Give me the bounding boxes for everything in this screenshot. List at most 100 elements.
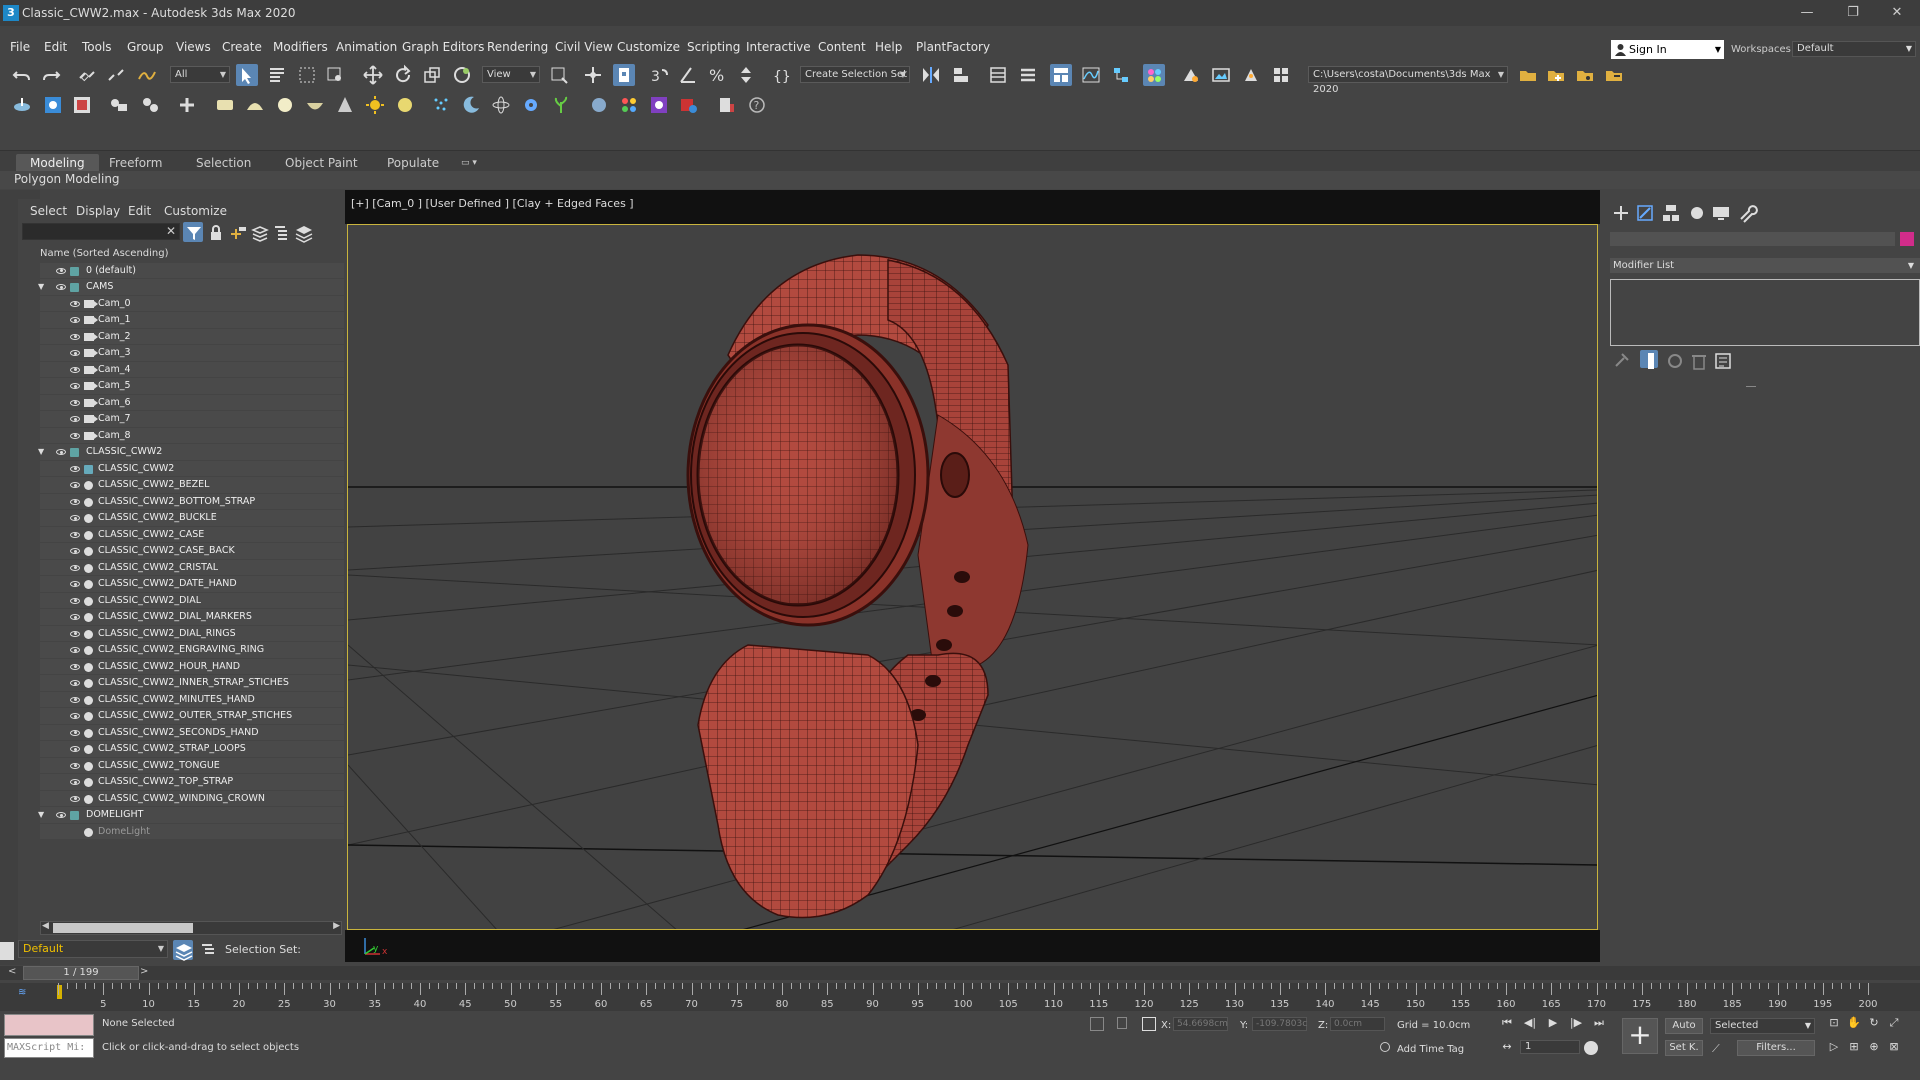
tab-selection[interactable]: Selection [196, 154, 251, 172]
plugin-icon-6[interactable] [176, 94, 198, 116]
expand-toggle-icon[interactable]: ▼ [38, 444, 44, 461]
next-frame-button[interactable]: > [140, 966, 152, 980]
visibility-eye-icon[interactable] [70, 746, 80, 752]
scene-tree-row[interactable]: CLASSIC_CWW2_ENGRAVING_RING [40, 642, 344, 659]
material-editor-icon[interactable] [1143, 64, 1165, 86]
scroll-left-icon[interactable]: ◀ [42, 921, 49, 931]
scene-tree-row[interactable]: ▼ DOMELIGHT [38, 807, 344, 824]
visibility-eye-icon[interactable] [70, 779, 80, 785]
utilities-tab-icon[interactable] [1736, 202, 1758, 223]
layers-icon[interactable] [249, 222, 269, 242]
visibility-eye-icon[interactable] [70, 647, 80, 653]
scene-tree-row[interactable]: CLASSIC_CWW2_TONGUE [40, 757, 344, 774]
scene-search-input[interactable] [22, 223, 180, 240]
visibility-eye-icon[interactable] [70, 729, 80, 736]
visibility-eye-icon[interactable] [70, 597, 80, 604]
menu-scripting[interactable]: Scripting [687, 40, 740, 54]
mirror-icon[interactable] [920, 64, 942, 86]
prev-key-icon[interactable]: ◀| [1523, 1016, 1537, 1030]
sun-icon[interactable] [364, 94, 386, 116]
atom-icon[interactable] [490, 94, 512, 116]
zoom-all-icon[interactable]: ⊞ [1847, 1040, 1861, 1054]
menu-content[interactable]: Content [818, 40, 866, 54]
workspace-dropdown[interactable]: Default ▼ [1792, 41, 1916, 57]
visibility-eye-icon[interactable] [70, 350, 80, 356]
next-key-icon[interactable]: |▶ [1569, 1016, 1583, 1030]
visibility-eye-icon[interactable] [56, 267, 66, 274]
hierarchy-tab-icon[interactable] [1660, 202, 1680, 222]
project-open-icon[interactable] [1517, 64, 1539, 86]
layer-explorer-toggle-icon[interactable] [173, 940, 193, 961]
light-sphere-icon[interactable] [394, 94, 416, 116]
percent-snap-icon[interactable]: % [706, 64, 728, 86]
layer-stack-icon[interactable] [293, 222, 313, 243]
scrollbar-thumb[interactable] [53, 923, 193, 933]
schematic-view-icon[interactable] [1110, 64, 1132, 86]
toggle-scene-explorer-icon[interactable] [987, 64, 1009, 86]
modifier-stack[interactable] [1610, 279, 1920, 346]
maxscript-mini-listener[interactable]: MAXScript Mi: [4, 1038, 94, 1058]
align-icon[interactable] [950, 64, 972, 86]
menu-animation[interactable]: Animation [336, 40, 397, 54]
menu-views[interactable]: Views [176, 40, 211, 54]
display-tab-icon[interactable] [1710, 202, 1730, 222]
selection-filter-dropdown[interactable]: All ▼ [170, 66, 230, 83]
scroll-right-icon[interactable]: ▶ [333, 921, 340, 931]
restore-button[interactable]: ❐ [1830, 0, 1876, 26]
time-config-icon[interactable] [1584, 1041, 1598, 1055]
menu-rendering[interactable]: Rendering [487, 40, 548, 54]
key-filter-icon[interactable]: ⟋ [1712, 1042, 1728, 1055]
scene-tree-row[interactable]: CLASSIC_CWW2_CRISTAL [40, 559, 344, 576]
modifier-list-dropdown[interactable]: Modifier List ▼ [1610, 258, 1920, 273]
project-set-icon[interactable] [1574, 64, 1596, 86]
visibility-eye-icon[interactable] [70, 762, 80, 769]
tab-object-paint[interactable]: Object Paint [285, 154, 358, 172]
name-column-header[interactable]: Name (Sorted Ascending) [40, 246, 344, 263]
scene-tree-row[interactable]: CLASSIC_CWW2_SECONDS_HAND [40, 724, 344, 741]
visibility-eye-icon[interactable] [70, 399, 80, 406]
visibility-eye-icon[interactable] [70, 333, 80, 340]
visibility-eye-icon[interactable] [70, 795, 80, 802]
visibility-eye-icon[interactable] [70, 482, 80, 488]
menu-edit[interactable]: Edit [44, 40, 67, 54]
ribbon-options-icon[interactable]: ▭ ▾ [461, 154, 477, 172]
isolate-selection-icon[interactable] [1090, 1017, 1104, 1031]
absolute-mode-icon[interactable] [1142, 1017, 1156, 1031]
menu-graph-editors[interactable]: Graph Editors [402, 40, 484, 54]
scene-tree-row[interactable]: CLASSIC_CWW2_DIAL [40, 592, 344, 609]
current-frame-field[interactable]: 1 [1520, 1040, 1580, 1054]
scene-tree-row[interactable]: CLASSIC_CWW2_WINDING_CROWN [40, 790, 344, 807]
field-of-view-icon[interactable]: ▷ [1827, 1040, 1841, 1054]
material-sphere-icon[interactable] [588, 94, 610, 116]
scene-tree-row[interactable]: CLASSIC_CWW2_BOTTOM_STRAP [40, 493, 344, 510]
track-bar[interactable]: ≋ 5 10 15 20 25 30 35 40 45 50 55 60 65 70 75 80 85 90 95 1… [0, 983, 1920, 1011]
plugin-icon-3[interactable] [71, 94, 93, 116]
hierarchy-icon[interactable] [271, 222, 291, 242]
project-folder-dropdown[interactable]: C:\Users\costa\Documents\3ds Max 2020 ▼ [1308, 66, 1508, 95]
perspective-viewport[interactable] [347, 224, 1598, 930]
redo-icon[interactable] [40, 64, 62, 86]
maximize-viewport-icon[interactable]: ⤢ [1887, 1016, 1901, 1030]
placement-icon[interactable] [451, 64, 473, 86]
motion-tab-icon[interactable] [1686, 202, 1706, 222]
curve-editor-icon[interactable] [1080, 64, 1102, 86]
scene-tree-row[interactable]: CLASSIC_CWW2_OUTER_STRAP_STICHES [40, 708, 344, 725]
move-icon[interactable] [362, 64, 384, 86]
scene-tree-row[interactable]: Cam_6 [40, 394, 344, 411]
time-slider[interactable]: 1 / 199 [23, 966, 139, 980]
scene-tree-row[interactable]: ▼ CLASSIC_CWW2 [38, 444, 344, 461]
visibility-eye-icon[interactable] [70, 680, 80, 686]
select-manipulate-icon[interactable] [582, 64, 604, 86]
bowl-icon[interactable] [304, 94, 326, 116]
set-key-big-button[interactable]: + [1622, 1018, 1658, 1054]
plugin-icon-5[interactable] [139, 94, 161, 116]
unlink-icon[interactable] [105, 64, 127, 86]
rect-selection-icon[interactable] [296, 64, 318, 86]
help-icon[interactable]: ? [746, 94, 768, 116]
scene-tree-row[interactable]: CLASSIC_CWW2_BUCKLE [40, 510, 344, 527]
pivot-center-icon[interactable] [548, 64, 570, 86]
scene-tree-row[interactable]: CLASSIC_CWW2_INNER_STRAP_STICHES [40, 675, 344, 692]
tab-populate[interactable]: Populate [387, 154, 439, 172]
palette-icon[interactable] [618, 94, 640, 116]
z-coordinate-field[interactable]: 0.0cm [1330, 1017, 1385, 1031]
